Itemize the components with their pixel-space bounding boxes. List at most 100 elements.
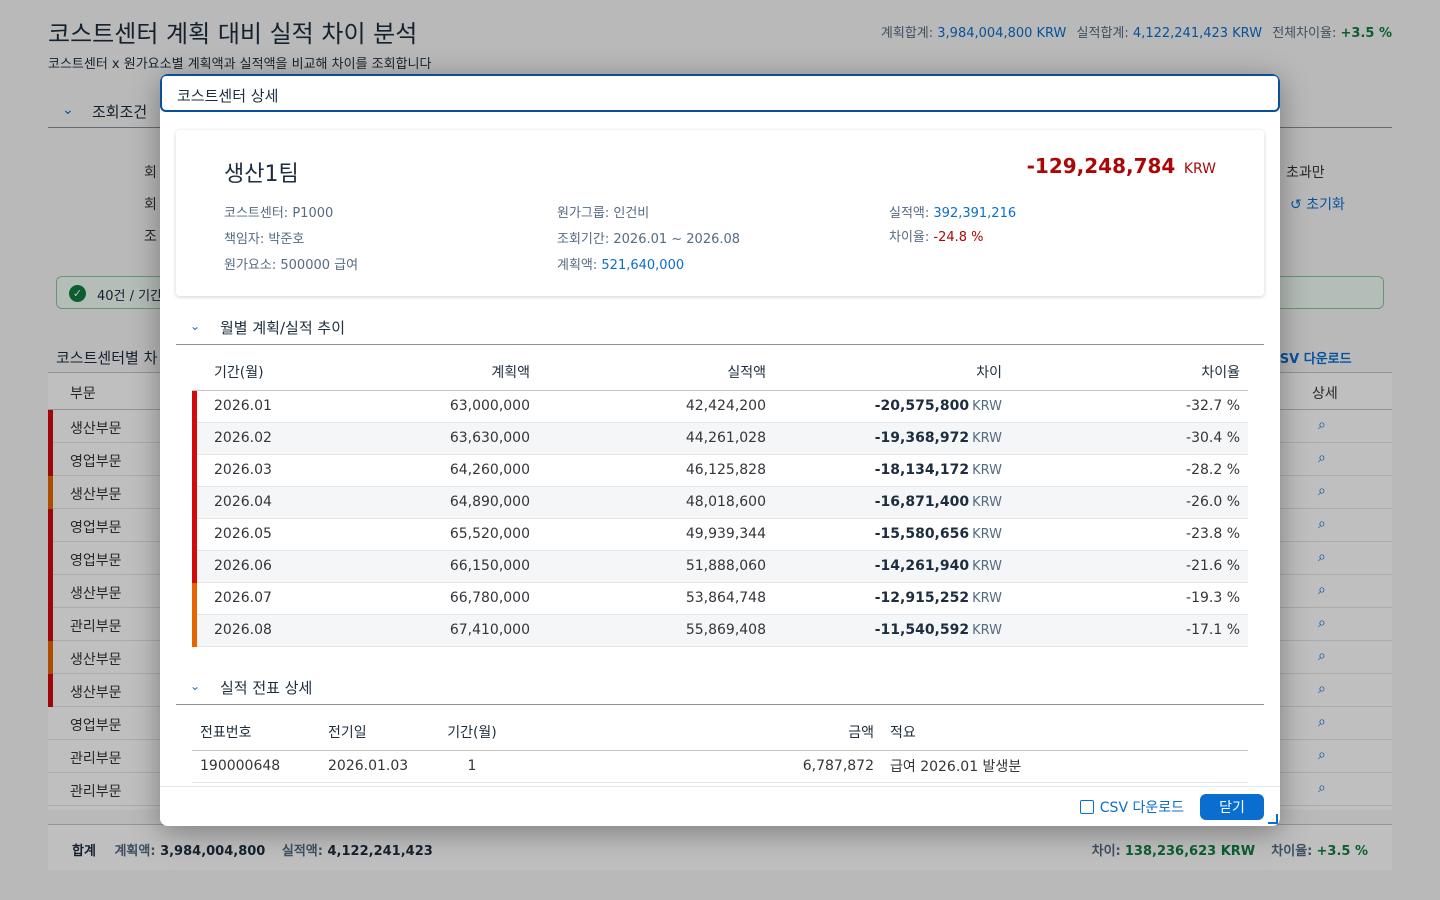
month-rate: -30.4 % (1010, 422, 1248, 455)
docs-table: 전표번호 전기일 기간(월) 금액 적요 190000648 2026.01.03… (192, 714, 1248, 783)
attr-actual: 실적액: 392,391,216 (889, 202, 1016, 221)
month-rate: -26.0 % (1010, 486, 1248, 519)
month-rate: -23.8 % (1010, 518, 1248, 551)
status-indicator (192, 550, 197, 583)
month-period-text: 2026.06 (214, 558, 272, 574)
monthly-row: 2026.02 63,630,000 44,261,028 -19,368,972 KR… (192, 422, 1248, 455)
month-diff-value: -19,368,972 (874, 430, 970, 446)
close-button[interactable]: 닫기 (1200, 794, 1264, 820)
dialog-title: 코스트센터 상세 (177, 87, 279, 105)
month-period: 2026.01 (192, 390, 352, 423)
month-diff-value: -11,540,592 (874, 622, 970, 638)
object-title: 생산1팀 (224, 162, 299, 187)
month-diff: -18,134,172 KRW (774, 454, 1010, 487)
attr-cost-element: 원가요소: 500000 급여 (224, 254, 358, 273)
status-indicator (192, 582, 197, 615)
attr-owner-label: 책임자: (224, 232, 265, 247)
monthly-table: 기간(월) 계획액 실적액 차이 차이율 2026.01 63,000,000 42… (192, 354, 1248, 647)
attr-cost-element-value: 500000 급여 (280, 258, 359, 273)
attr-period-value: 2026.01 ~ 2026.08 (613, 232, 741, 247)
status-indicator (192, 486, 197, 519)
attr-rate: 차이율: -24.8 % (889, 226, 984, 245)
col-diff: 차이 (774, 354, 1010, 391)
month-actual: 48,018,600 (538, 486, 774, 519)
doc-period: 1 (438, 750, 506, 783)
chevron-down-icon: ⌄ (190, 679, 201, 693)
attr-plan-value: 521,640,000 (601, 258, 685, 273)
month-period: 2026.07 (192, 582, 352, 615)
attr-cost-element-label: 원가요소: (224, 258, 277, 273)
month-diff-unit: KRW (972, 431, 1002, 446)
status-indicator (192, 390, 197, 423)
month-plan: 65,520,000 (352, 518, 538, 551)
monthly-row: 2026.04 64,890,000 48,018,600 -16,871,400 KR… (192, 486, 1248, 519)
attr-actual-label: 실적액: (889, 206, 930, 221)
col-rate: 차이율 (1010, 354, 1248, 391)
month-diff-value: -12,915,252 (874, 590, 970, 606)
attr-period-label: 조회기간: (557, 232, 610, 247)
month-period: 2026.06 (192, 550, 352, 583)
month-plan: 63,000,000 (352, 390, 538, 423)
attr-cost-group-label: 원가그룹: (557, 206, 610, 221)
month-diff: -15,580,656 KRW (774, 518, 1010, 551)
month-diff-unit: KRW (972, 463, 1002, 478)
monthly-row: 2026.01 63,000,000 42,424,200 -20,575,800 KR… (192, 390, 1248, 423)
month-diff: -12,915,252 KRW (774, 582, 1010, 615)
month-diff-unit: KRW (972, 495, 1002, 510)
monthly-section-title: 월별 계획/실적 추이 (220, 319, 345, 337)
monthly-section-header[interactable]: ⌄ 월별 계획/실적 추이 (176, 309, 1264, 345)
month-plan: 64,260,000 (352, 454, 538, 487)
month-actual: 42,424,200 (538, 390, 774, 423)
docs-section-header[interactable]: ⌄ 실적 전표 상세 (176, 669, 1264, 705)
month-period-text: 2026.02 (214, 430, 272, 446)
month-period-text: 2026.08 (214, 622, 272, 638)
month-actual: 55,869,408 (538, 614, 774, 647)
attr-plan: 계획액: 521,640,000 (557, 254, 684, 273)
csv-download-label: CSV 다운로드 (1099, 800, 1184, 816)
variance-kpi-value: -129,248,784 (1026, 154, 1176, 178)
docs-section-title: 실적 전표 상세 (220, 679, 313, 697)
attr-actual-value: 392,391,216 (933, 206, 1017, 221)
attr-rate-value: -24.8 % (933, 230, 984, 245)
col-posting-date: 전기일 (320, 714, 438, 751)
col-period: 기간(월) (192, 354, 352, 391)
doc-text: 급여 2026.01 발생분 (882, 750, 1248, 783)
monthly-row: 2026.05 65,520,000 49,939,344 -15,580,656 KR… (192, 518, 1248, 551)
resize-handle[interactable] (1268, 814, 1278, 824)
chevron-down-icon: ⌄ (190, 319, 201, 333)
month-diff: -20,575,800 KRW (774, 390, 1010, 423)
col-plan: 계획액 (352, 354, 538, 391)
month-plan: 67,410,000 (352, 614, 538, 647)
variance-kpi: -129,248,784 KRW (1027, 154, 1216, 178)
status-indicator (192, 518, 197, 551)
month-period: 2026.05 (192, 518, 352, 551)
month-diff-value: -18,134,172 (874, 462, 970, 478)
csv-download-button[interactable]: CSV 다운로드 (1079, 797, 1184, 817)
month-period-text: 2026.05 (214, 526, 272, 542)
attr-cost-group-value: 인건비 (613, 206, 650, 221)
month-period-text: 2026.01 (214, 398, 272, 414)
month-diff-unit: KRW (972, 559, 1002, 574)
col-amount: 금액 (506, 714, 882, 751)
spreadsheet-icon (1079, 800, 1094, 814)
month-diff-unit: KRW (972, 527, 1002, 542)
attr-cost-center-label: 코스트센터: (224, 206, 289, 221)
month-diff: -19,368,972 KRW (774, 422, 1010, 455)
attr-rate-label: 차이율: (889, 230, 930, 245)
month-period-text: 2026.03 (214, 462, 272, 478)
col-doc-period: 기간(월) (438, 714, 506, 751)
monthly-row: 2026.03 64,260,000 46,125,828 -18,134,172 KR… (192, 454, 1248, 487)
attr-owner: 책임자: 박준호 (224, 228, 304, 247)
month-period: 2026.03 (192, 454, 352, 487)
month-period: 2026.08 (192, 614, 352, 647)
month-diff-unit: KRW (972, 623, 1002, 638)
attr-cost-center: 코스트센터: P1000 (224, 202, 333, 221)
month-actual: 53,864,748 (538, 582, 774, 615)
month-period: 2026.04 (192, 486, 352, 519)
docs-table-body: 190000648 2026.01.03 1 6,787,872 급여 2026.01 … (192, 750, 1248, 783)
variance-kpi-unit: KRW (1183, 161, 1216, 177)
month-rate: -19.3 % (1010, 582, 1248, 615)
dialog-header: 코스트센터 상세 (160, 74, 1280, 112)
month-diff-unit: KRW (972, 399, 1002, 414)
doc-row[interactable]: 190000648 2026.01.03 1 6,787,872 급여 2026.01 … (192, 750, 1248, 783)
